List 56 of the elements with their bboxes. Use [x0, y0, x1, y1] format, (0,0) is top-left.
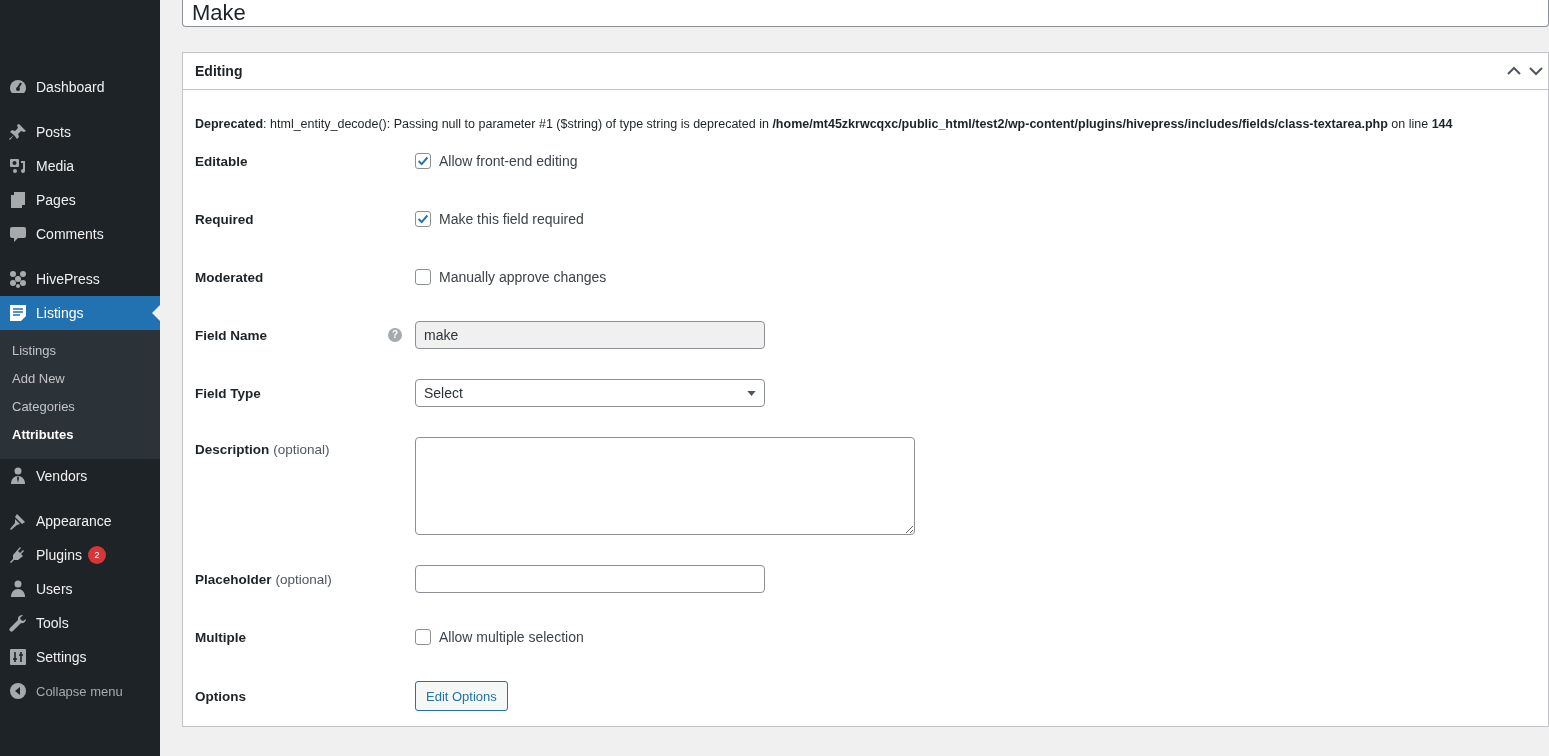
text-field[interactable] — [415, 565, 765, 593]
field-label: Multiple — [195, 629, 246, 645]
field-label: Required — [195, 211, 254, 227]
submenu-item[interactable]: Categories — [0, 393, 160, 421]
menu-item[interactable]: Settings — [0, 640, 160, 674]
checkbox[interactable] — [415, 153, 431, 169]
menu-item[interactable]: Vendors — [0, 459, 160, 493]
deprecation-notice: Deprecated: html_entity_decode(): Passing null to parameter #1 ($string) of type string is deprecated in /home/mt45zkrwcqxc/public_html/test2/wp-content/plugins/hivepress/includes/fields/class-textarea.php on line 144 — [195, 116, 1454, 132]
checkbox[interactable] — [415, 211, 431, 227]
checkbox-label: Make this field required — [439, 211, 584, 227]
caret-icon — [747, 390, 756, 396]
checkbox-label: Allow multiple selection — [439, 629, 584, 645]
menu-item[interactable]: Plugins 2 — [0, 538, 160, 572]
vendors-icon — [8, 466, 28, 486]
submenu-item[interactable]: Add New — [0, 365, 160, 393]
menu-item[interactable]: Media — [0, 149, 160, 183]
submenu-item[interactable]: Listings — [0, 337, 160, 365]
checkbox-label: Allow front-end editing — [439, 153, 578, 169]
update-count-badge: 2 — [87, 546, 106, 564]
checkbox[interactable] — [415, 269, 431, 285]
appearance-icon — [8, 511, 28, 531]
description-field[interactable] — [415, 437, 915, 535]
field-label: Options — [195, 688, 246, 704]
menu-item[interactable]: Posts — [0, 115, 160, 149]
menu-item[interactable]: Comments — [0, 217, 160, 251]
users-icon — [8, 579, 28, 599]
field-label: Moderated — [195, 269, 264, 285]
posts-icon — [8, 122, 28, 142]
submenu-item[interactable]: Attributes — [0, 421, 160, 449]
menu-item[interactable]: Tools — [0, 606, 160, 640]
menu-item[interactable]: Dashboard — [0, 70, 160, 104]
menu-item[interactable]: Listings — [0, 296, 160, 330]
field-label: Field Type — [195, 385, 261, 401]
field-label: Placeholder (optional) — [195, 571, 332, 587]
field-type-dropdown[interactable]: Select — [415, 379, 765, 407]
collapse-icon — [8, 681, 28, 701]
menu-item[interactable]: Pages — [0, 183, 160, 217]
collapse-menu-button[interactable]: Collapse menu — [0, 674, 160, 708]
settings-icon — [8, 647, 28, 667]
media-icon — [8, 156, 28, 176]
checkbox[interactable] — [415, 629, 431, 645]
checkbox-label: Manually approve changes — [439, 269, 607, 285]
field-label: Description (optional) — [195, 442, 330, 457]
comments-icon — [8, 224, 28, 244]
pages-icon — [8, 190, 28, 210]
menu-item[interactable]: HivePress — [0, 262, 160, 296]
hive-icon — [8, 269, 28, 289]
field-label: Editable — [195, 153, 248, 169]
listings-icon — [8, 303, 28, 323]
menu-item[interactable]: Users — [0, 572, 160, 606]
tools-icon — [8, 613, 28, 633]
edit-options-button[interactable]: Edit Options — [415, 681, 508, 711]
field-label: Field Name — [195, 327, 268, 343]
title-field[interactable]: Make — [182, 0, 1549, 27]
panel-title: Editing — [195, 63, 244, 79]
menu-item[interactable]: Appearance — [0, 504, 160, 538]
